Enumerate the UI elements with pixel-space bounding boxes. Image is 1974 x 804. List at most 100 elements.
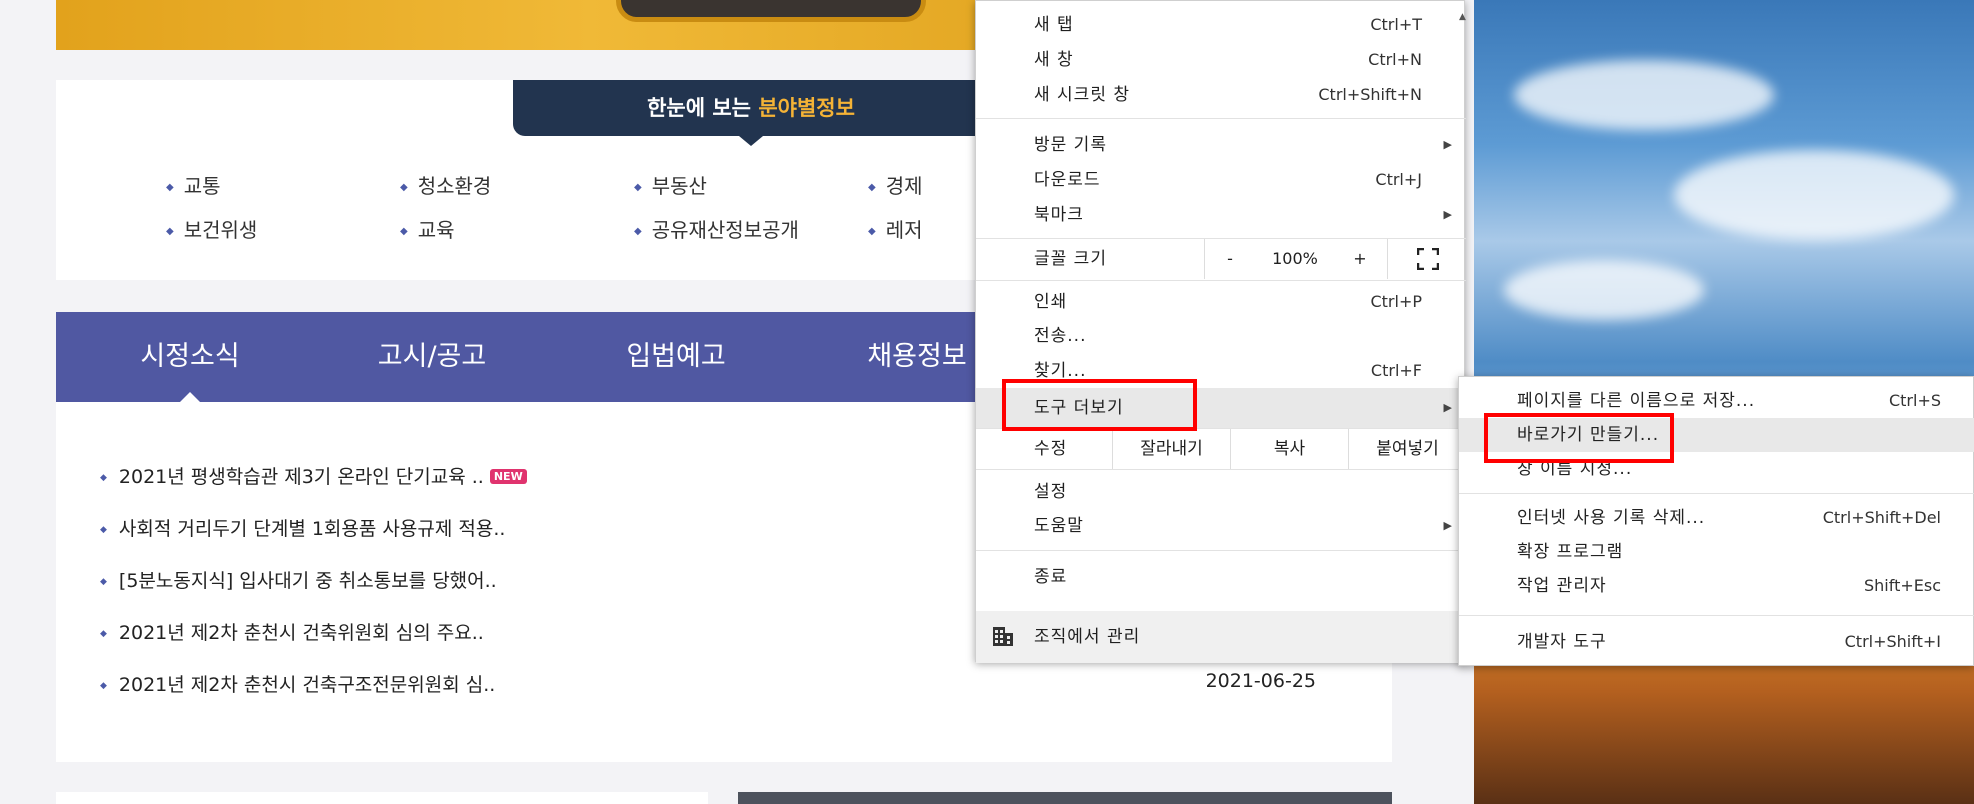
field-link-health[interactable]: 보건위생 [166, 214, 258, 243]
building-icon [993, 627, 1013, 646]
menu-label: 새 탭 [1034, 15, 1074, 35]
zoom-level: 100% [1272, 249, 1318, 268]
cut-button[interactable]: 잘라내기 [1112, 429, 1230, 469]
submenu-arrow-icon: ▶ [1443, 519, 1452, 532]
menu-label: 도움말 [1034, 516, 1084, 536]
zoom-controls: - 100% + [1204, 239, 1466, 279]
menu-divider [976, 280, 1466, 281]
menu-divider [1459, 615, 1974, 616]
menu-help[interactable]: 도움말 ▶ [976, 509, 1466, 543]
submenu-arrow-icon: ▶ [1443, 401, 1452, 414]
menu-shortcut: Ctrl+P [1370, 292, 1422, 311]
menu-label: 개발자 도구 [1517, 632, 1607, 652]
submenu-extensions[interactable]: 확장 프로그램 [1459, 535, 1974, 569]
menu-settings[interactable]: 설정 [976, 475, 1466, 509]
cloud [1674, 150, 1954, 240]
cloud [1514, 60, 1774, 130]
field-info-title-highlight: 분야별정보 [758, 96, 855, 120]
news-item[interactable]: 2021년 제2차 춘천시 건축구조전문위원회 심.. 2021-06-25 [100, 670, 1360, 700]
field-info-title-prefix: 한눈에 보는 [647, 96, 759, 120]
menu-label: 찾기... [1034, 361, 1087, 381]
scroll-up-arrow-icon[interactable]: ▲ [1459, 12, 1466, 22]
menu-label: 새 시크릿 창 [1034, 85, 1131, 105]
fullscreen-icon [1416, 247, 1439, 271]
menu-shortcut: Ctrl+Shift+Del [1822, 508, 1941, 527]
menu-label: 도구 더보기 [1034, 398, 1124, 418]
menu-shortcut: Shift+Esc [1863, 576, 1941, 595]
news-title: 2021년 평생학습관 제3기 온라인 단기교육 .. [118, 466, 484, 488]
menu-label: 전송... [1034, 326, 1087, 346]
menu-print[interactable]: 인쇄 Ctrl+P [976, 285, 1466, 319]
menu-label: 종료 [1034, 567, 1068, 587]
paste-button[interactable]: 붙여넣기 [1348, 429, 1466, 469]
field-link-economy[interactable]: 경제 [868, 170, 923, 199]
menu-label: 북마크 [1034, 205, 1084, 225]
more-tools-submenu: 페이지를 다른 이름으로 저장... Ctrl+S 바로가기 만들기... 창 … [1458, 376, 1974, 666]
field-link-leisure[interactable]: 레저 [868, 214, 923, 243]
menu-divider [976, 118, 1466, 119]
field-info-title: 한눈에 보는 분야별정보 [513, 80, 989, 146]
menu-divider [1459, 493, 1974, 494]
tab-city-news[interactable]: 시정소식 [90, 312, 290, 403]
zoom-in-button[interactable]: + [1335, 239, 1385, 279]
news-title: 2021년 제2차 춘천시 건축구조전문위원회 심.. [118, 674, 496, 696]
menu-label: 창 이름 지정... [1517, 459, 1633, 479]
menu-divider [976, 469, 1466, 470]
menu-label: 조직에서 관리 [1034, 627, 1141, 647]
field-link-education[interactable]: 교육 [400, 214, 455, 243]
submenu-clear-browsing-data[interactable]: 인터넷 사용 기록 삭제... Ctrl+Shift+Del [1459, 501, 1974, 535]
submenu-task-manager[interactable]: 작업 관리자 Shift+Esc [1459, 569, 1974, 603]
menu-history[interactable]: 방문 기록 ▶ [976, 128, 1466, 162]
menu-new-incognito[interactable]: 새 시크릿 창 Ctrl+Shift+N [976, 78, 1466, 112]
field-link-public-property[interactable]: 공유재산정보공개 [634, 214, 799, 243]
menu-managed-by-org[interactable]: 조직에서 관리 [976, 611, 1466, 663]
menu-divider [976, 550, 1466, 551]
news-date: 2021-06-25 [1205, 670, 1316, 692]
menu-label: 확장 프로그램 [1517, 542, 1624, 562]
menu-exit[interactable]: 종료 [976, 560, 1466, 594]
fullscreen-button[interactable] [1387, 239, 1467, 279]
news-title: [5분노동지식] 입사대기 중 취소통보를 당했어.. [118, 570, 497, 592]
menu-more-tools[interactable]: 도구 더보기 ▶ [976, 388, 1466, 428]
cloud [1504, 260, 1704, 320]
menu-shortcut: Ctrl+J [1375, 170, 1422, 189]
bottom-right-panel [738, 792, 1392, 804]
browser-menu: 새 탭 Ctrl+T 새 창 Ctrl+N 새 시크릿 창 Ctrl+Shift… [975, 0, 1466, 663]
submenu-arrow-icon: ▶ [1443, 208, 1452, 221]
zoom-out-button[interactable]: - [1205, 239, 1255, 279]
menu-shortcut: Ctrl+T [1370, 15, 1422, 34]
tab-notices[interactable]: 고시/공고 [332, 312, 532, 402]
menu-label: 페이지를 다른 이름으로 저장... [1517, 391, 1756, 411]
news-title: 2021년 제2차 춘천시 건축위원회 심의 주요.. [118, 622, 484, 644]
menu-find[interactable]: 찾기... Ctrl+F [976, 354, 1466, 388]
menu-label: 수정 [1034, 439, 1068, 459]
field-link-realestate[interactable]: 부동산 [634, 170, 707, 199]
submenu-arrow-icon: ▶ [1443, 138, 1452, 151]
menu-downloads[interactable]: 다운로드 Ctrl+J [976, 163, 1466, 197]
menu-shortcut: Ctrl+Shift+N [1318, 85, 1422, 104]
menu-label: 인터넷 사용 기록 삭제... [1517, 508, 1706, 528]
menu-label: 방문 기록 [1034, 135, 1107, 155]
menu-new-window[interactable]: 새 창 Ctrl+N [976, 43, 1466, 77]
field-link-cleaning[interactable]: 청소환경 [400, 170, 492, 199]
menu-label: 작업 관리자 [1517, 576, 1607, 596]
submenu-developer-tools[interactable]: 개발자 도구 Ctrl+Shift+I [1459, 625, 1974, 659]
menu-shortcut: Ctrl+N [1368, 50, 1422, 69]
new-badge: NEW [489, 469, 527, 484]
tab-legislation[interactable]: 입법예고 [576, 312, 776, 402]
submenu-save-page[interactable]: 페이지를 다른 이름으로 저장... Ctrl+S [1459, 384, 1974, 418]
menu-bookmarks[interactable]: 북마크 ▶ [976, 198, 1466, 232]
title-arrow [739, 136, 763, 146]
menu-shortcut: Ctrl+F [1370, 361, 1422, 380]
submenu-name-window[interactable]: 창 이름 지정... [1459, 452, 1974, 486]
menu-new-tab[interactable]: 새 탭 Ctrl+T [976, 8, 1466, 42]
copy-button[interactable]: 복사 [1230, 429, 1348, 469]
menu-label: 글꼴 크기 [1034, 249, 1107, 269]
menu-label: 인쇄 [1034, 292, 1068, 312]
menu-shortcut: Ctrl+Shift+I [1844, 632, 1941, 651]
field-link-traffic[interactable]: 교통 [166, 170, 221, 199]
menu-cast[interactable]: 전송... [976, 319, 1466, 353]
submenu-create-shortcut[interactable]: 바로가기 만들기... [1459, 418, 1974, 452]
menu-label: 바로가기 만들기... [1517, 425, 1660, 445]
menu-label: 다운로드 [1034, 170, 1101, 190]
